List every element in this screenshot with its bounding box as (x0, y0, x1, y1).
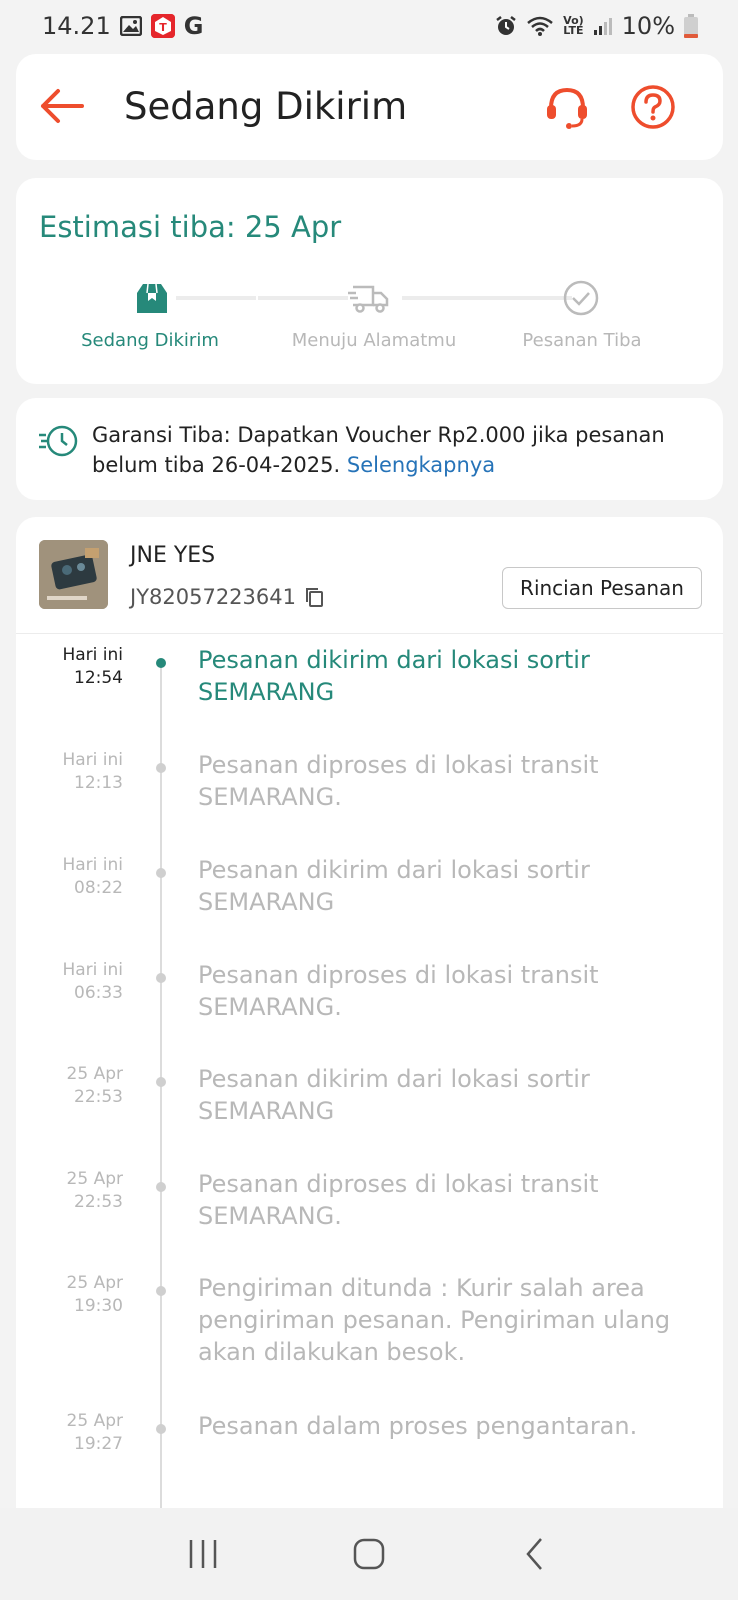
help-button[interactable] (628, 82, 678, 132)
step-label-on-the-way: Menuju Alamatmu (291, 330, 457, 351)
fast-clock-icon (39, 425, 78, 457)
event-day: Hari ini (62, 750, 123, 770)
event-time: 12:13 (74, 773, 123, 793)
learn-more-link[interactable]: Selengkapnya (347, 453, 495, 477)
chevron-left-icon (526, 1538, 542, 1570)
step-label-shipping: Sedang Dikirim (81, 330, 219, 351)
courier-name: JNE YES (130, 543, 216, 568)
status-bar-right: Vo) LTE 10% (495, 12, 698, 40)
question-circle-icon (631, 85, 675, 129)
event-day: 25 Apr (66, 1411, 123, 1431)
headset-icon (547, 87, 587, 129)
event-timestamp: 25 Apr 22:53 (67, 1168, 123, 1214)
lte-label: LTE (563, 24, 584, 37)
event-description: Pesanan dikirim dari lokasi sortir SEMAR… (198, 856, 590, 916)
battery-percentage: 10% (621, 12, 675, 40)
wifi-icon (526, 15, 554, 37)
truck-icon (346, 280, 392, 316)
event-timestamp: 25 Apr 19:30 (67, 1272, 123, 1318)
event-day: 25 Apr (66, 1064, 123, 1084)
product-thumbnail[interactable] (39, 540, 108, 609)
event-timestamp: Hari ini 08:22 (62, 854, 123, 900)
copy-icon[interactable] (304, 586, 326, 608)
event-timestamp: 25 Apr 22:53 (67, 1063, 123, 1109)
shipment-card: JNE YES JY82057223641 Rincian Pesanan Ha… (16, 517, 723, 1600)
guarantee-message: Garansi Tiba: Dapatkan Voucher Rp2.000 j… (92, 420, 692, 480)
delivery-estimate-card: Estimasi tiba: 25 Apr Sedang Dikirim Men… (16, 178, 723, 384)
signal-icon (593, 16, 613, 36)
event-description: Pesanan dikirim dari lokasi sortir SEMAR… (198, 1065, 590, 1125)
battery-icon (684, 14, 698, 38)
timeline-dot (156, 1424, 166, 1434)
header: Sedang Dikirim (16, 54, 723, 160)
event-day: Hari ini (62, 855, 123, 875)
event-description: Pesanan diproses di lokasi transit SEMAR… (198, 961, 599, 1021)
event-description: Pesanan diproses di lokasi transit SEMAR… (198, 1170, 599, 1230)
progress-line-segment (258, 296, 348, 300)
tracking-number: JY82057223641 (130, 585, 296, 609)
gallery-notification-icon (119, 16, 142, 36)
check-circle-icon (563, 280, 599, 316)
event-time: 19:27 (74, 1434, 123, 1454)
event-timestamp: 25 Apr 19:27 (67, 1410, 123, 1456)
step-label-arrived: Pesanan Tiba (522, 330, 642, 351)
event-timestamp: Hari ini 06:33 (62, 959, 123, 1005)
event-day: Hari ini (62, 645, 123, 665)
event-time: 22:53 (74, 1087, 123, 1107)
timeline-dot (156, 973, 166, 983)
alarm-icon (495, 15, 517, 37)
arrow-left-icon (41, 89, 84, 123)
page-title: Sedang Dikirim (124, 85, 408, 128)
timeline-dot (156, 868, 166, 878)
divider (16, 633, 723, 634)
recent-apps-icon (189, 1540, 217, 1568)
event-time: 19:30 (74, 1296, 123, 1316)
order-details-button[interactable]: Rincian Pesanan (502, 567, 702, 609)
volte-icon: Vo) LTE (563, 15, 584, 37)
progress-line-segment (402, 296, 572, 300)
event-time: 22:53 (74, 1192, 123, 1212)
status-bar: 14.21 T G Vo) LTE 10% (0, 0, 738, 52)
system-navigation-bar (0, 1508, 738, 1600)
timeline-dot (156, 1077, 166, 1087)
status-bar-left: 14.21 T G (42, 12, 203, 40)
event-description: Pengiriman ditunda : Kurir salah area pe… (198, 1274, 671, 1366)
status-time: 14.21 (42, 12, 111, 40)
estimated-arrival: Estimasi tiba: 25 Apr (39, 210, 342, 244)
progress-line-segment (176, 296, 256, 300)
app-notification-icon: T (150, 14, 175, 38)
back-button[interactable] (38, 82, 86, 130)
timeline-dot (156, 763, 166, 773)
event-timestamp: Hari ini 12:54 (62, 644, 123, 690)
event-description: Pesanan diproses di lokasi transit SEMAR… (198, 751, 599, 811)
event-description: Pesanan dalam proses pengantaran. (198, 1412, 638, 1440)
customer-support-button[interactable] (542, 82, 592, 132)
event-timestamp: Hari ini 12:13 (62, 749, 123, 795)
event-time: 08:22 (74, 878, 123, 898)
home-icon (353, 1538, 385, 1570)
tracking-number-row: JY82057223641 (130, 585, 326, 609)
event-time: 12:54 (74, 668, 123, 688)
event-day: Hari ini (62, 960, 123, 980)
event-day: 25 Apr (66, 1169, 123, 1189)
svg-text:T: T (159, 21, 167, 34)
timeline-dot (156, 1182, 166, 1192)
event-description: Pesanan dikirim dari lokasi sortir SEMAR… (198, 646, 590, 706)
system-back-button[interactable] (505, 1524, 565, 1584)
timeline-dot (156, 658, 166, 668)
box-icon (134, 280, 170, 316)
timeline-dot (156, 1286, 166, 1296)
event-time: 06:33 (74, 983, 123, 1003)
recent-apps-button[interactable] (173, 1524, 233, 1584)
g-notification-icon: G (183, 12, 204, 40)
event-day: 25 Apr (66, 1273, 123, 1293)
delivery-guarantee-card: Garansi Tiba: Dapatkan Voucher Rp2.000 j… (16, 398, 723, 500)
timeline-line (160, 663, 162, 1600)
home-button[interactable] (339, 1524, 399, 1584)
